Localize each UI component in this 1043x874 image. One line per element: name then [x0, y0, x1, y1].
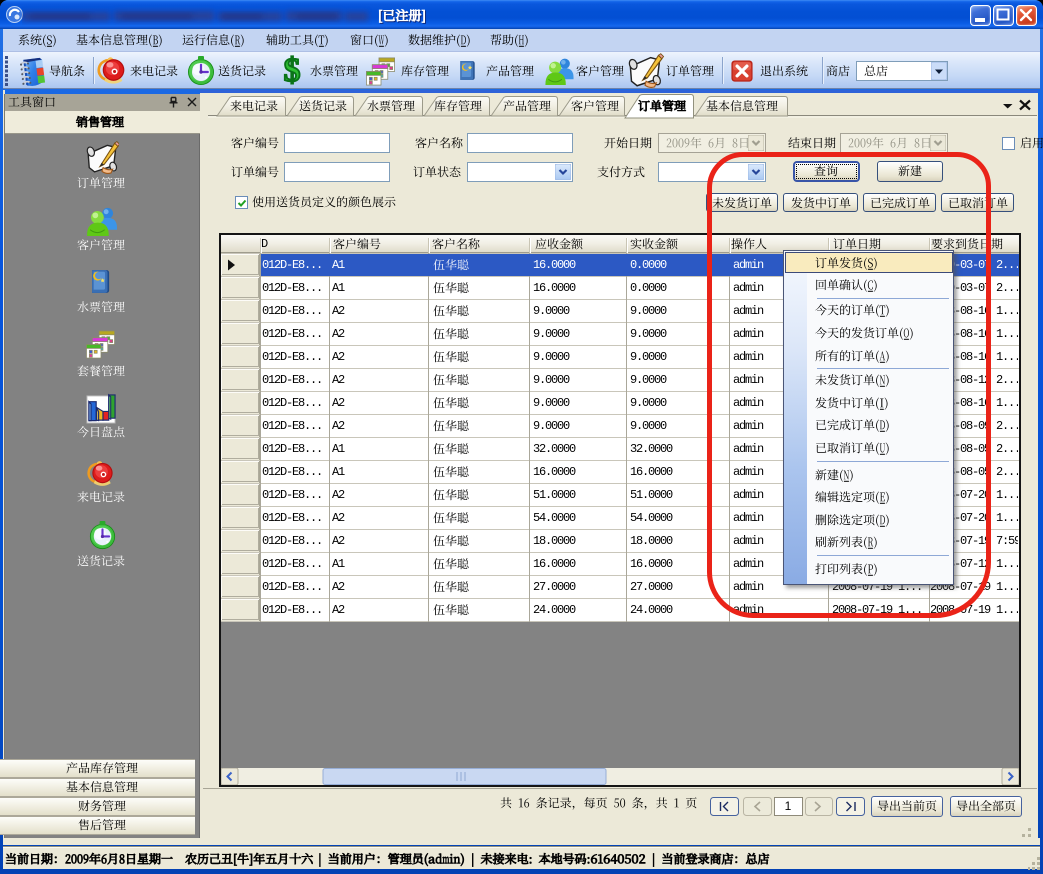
svg-text:$: $ — [284, 54, 301, 87]
